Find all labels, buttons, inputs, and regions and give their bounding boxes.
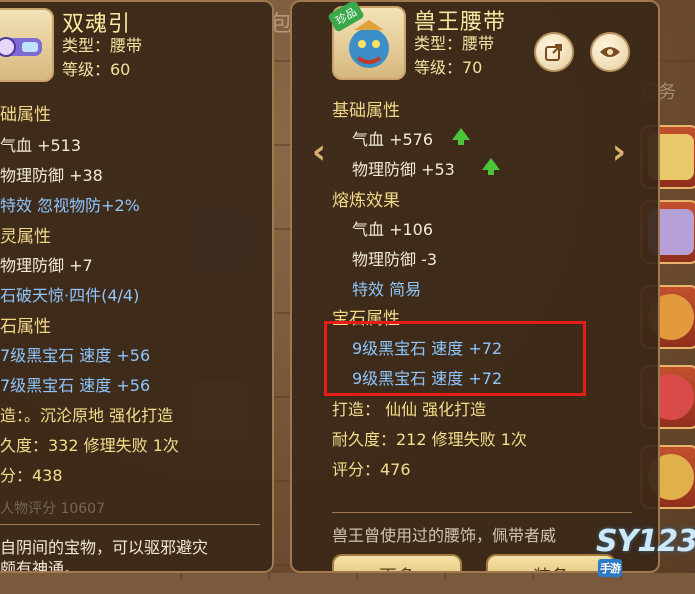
left-craft-line: 造：。沉沦原地 强化打造 [0,406,174,425]
share-button[interactable] [534,32,574,72]
left-item-level: 等级：60 [62,60,131,79]
left-item-type: 类型：腰带 [62,36,143,55]
highlight-box [324,321,586,396]
left-spirit-line: 物理防御 +7 [0,256,93,275]
chevron-right-icon[interactable]: › [612,132,626,172]
right-description: 兽王曾使用过的腰饰，佩带者威 [332,526,557,545]
right-durability-line: 耐久度：212 修理失败 1次 [332,430,527,449]
left-base-title: 础属性 [0,105,51,125]
left-durability-line: 久度：332 修理失败 1次 [0,436,179,455]
right-divider [332,512,632,513]
left-gem-line: 7级黑宝石 速度 +56 [0,346,151,365]
right-base-title: 基础属性 [332,101,400,121]
more-button[interactable]: 更多 [332,554,462,571]
watermark-tag: 手游 [598,559,622,577]
left-item-tooltip: 双魂引 类型：腰带 等级：60 础属性 气血 +513 物理防御 +38 特效 … [0,0,274,573]
view-button[interactable] [590,32,630,72]
left-gem-line: 7级黑宝石 速度 +56 [0,376,151,395]
right-item-tooltip: 珍品 兽王腰带 类型：腰带 等级：70 基础属性 气血 +576 物理防御 +5… [290,0,660,573]
site-watermark: SY123手游 [596,524,695,594]
left-description: 颇有神通。 [0,559,81,573]
right-score-line: 评分：476 [332,460,411,479]
right-base-line: 气血 +576 [352,130,434,149]
arrow-up-icon [452,128,470,145]
left-item-icon [0,8,54,82]
left-score-line: 分：438 [0,466,63,485]
right-refine-line: 物理防御 -3 [352,250,438,269]
share-icon [545,44,562,61]
arrow-up-icon [482,158,500,175]
left-base-line: 物理防御 +38 [0,166,103,185]
right-item-type: 类型：腰带 [414,34,495,53]
right-base-line: 物理防御 +53 [352,160,455,179]
left-divider [0,524,260,525]
left-base-line: 特效 忽视物防+2% [0,196,140,215]
chevron-left-icon[interactable]: ‹ [312,132,326,172]
left-gem-title: 石属性 [0,317,51,337]
right-refine-line: 特效 简易 [352,280,422,299]
left-spirit-line: 石破天惊·四件(4/4) [0,286,140,305]
left-base-line: 气血 +513 [0,136,82,155]
watermark-text: SY123 [596,524,695,559]
right-refine-line: 气血 +106 [352,220,434,239]
right-refine-title: 熔炼效果 [332,191,400,211]
left-spirit-title: 灵属性 [0,227,51,247]
belt-icon [0,37,42,57]
left-faded-line: 人物评分 10607 [0,501,105,517]
right-item-level: 等级：70 [414,58,483,77]
eye-icon [600,47,620,57]
right-craft-line: 打造： 仙仙 强化打造 [332,400,487,419]
